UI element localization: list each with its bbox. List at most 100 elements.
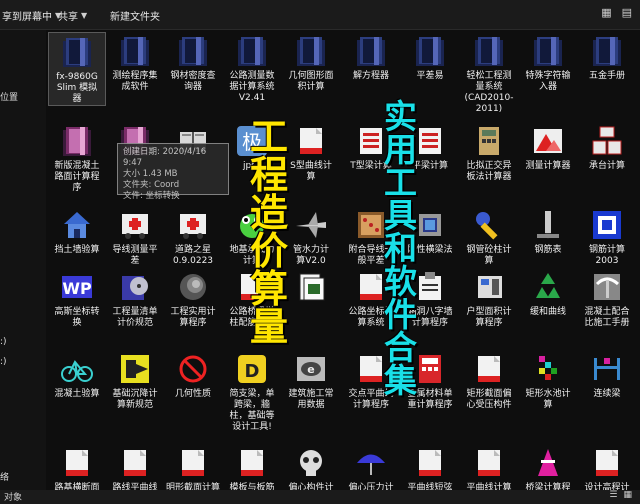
- file-label: 缓和曲线: [529, 307, 566, 317]
- layout-toggle-icon[interactable]: ▤: [622, 6, 632, 19]
- file-item[interactable]: 测绘程序集 成软件: [106, 32, 164, 93]
- file-item[interactable]: 测量计算器: [519, 122, 577, 172]
- file-item[interactable]: 平曲线计算: [460, 444, 518, 494]
- overlay-char: 集: [384, 361, 417, 400]
- white-doc-icon: [478, 450, 500, 476]
- file-item[interactable]: 钢筋表: [519, 206, 577, 256]
- drill-icon: [121, 355, 149, 383]
- details-view-icon[interactable]: ☰: [609, 490, 617, 500]
- file-item[interactable]: 承台计算: [578, 122, 636, 172]
- file-item[interactable]: 几何性质: [164, 350, 222, 400]
- file-label: 连续梁: [593, 389, 621, 399]
- file-item[interactable]: 基础沉降计 算新规范: [106, 350, 164, 411]
- file-item[interactable]: 钢材密度查 询器: [164, 32, 222, 93]
- file-item[interactable]: 钢筋计算 2003: [578, 206, 636, 267]
- file-item[interactable]: 管水力计 算V2.0: [282, 206, 340, 267]
- file-label: 比拟正交异 板法计算器: [466, 161, 512, 182]
- file-label: 挡土墙验算: [54, 245, 100, 255]
- file-item[interactable]: 缓和曲线: [519, 268, 577, 318]
- boxes-icon: [592, 126, 622, 155]
- file-item[interactable]: 几何图形面 积计算: [282, 32, 340, 93]
- chevron-down-icon: ▼: [81, 10, 88, 20]
- share-label: 共享: [58, 11, 78, 23]
- file-item[interactable]: S型曲线计 算: [282, 122, 340, 183]
- white-doc-icon: [182, 450, 204, 476]
- file-item[interactable]: 明形截面计算: [164, 444, 222, 494]
- file-item[interactable]: 连续梁: [578, 350, 636, 400]
- share-screen-label: 享到屏幕中: [2, 11, 52, 23]
- nav-item-drive-d[interactable]: :): [0, 337, 7, 347]
- folder-dark-icon: [475, 37, 503, 66]
- new-folder-label: 新建文件夹: [110, 11, 160, 23]
- folder-dark-icon: [416, 37, 444, 66]
- nav-item-drive-e[interactable]: :): [0, 357, 7, 367]
- folder-dark-icon: [238, 37, 266, 66]
- explorer-toolbar: 享到屏幕中 ▼ 共享 ▼ 新建文件夹 ▦ ▤: [0, 0, 640, 30]
- nav-item-network[interactable]: 络: [0, 470, 9, 483]
- file-item[interactable]: 钢管砼柱计 算: [460, 206, 518, 267]
- folder-dark-icon: [357, 37, 385, 66]
- ambulance-icon: [180, 214, 206, 239]
- file-item[interactable]: 道路之星 0.9.0223: [164, 206, 222, 267]
- file-label: 矩形水池计 算: [525, 389, 571, 410]
- file-item[interactable]: [282, 268, 340, 307]
- file-item[interactable]: 平曲线短弦: [401, 444, 459, 494]
- file-label: 导线测量平 差: [112, 245, 158, 266]
- file-item[interactable]: 五金手册: [578, 32, 636, 82]
- folder-dark-icon: [179, 37, 207, 66]
- share-screen-button[interactable]: 享到屏幕中 ▼: [2, 6, 61, 24]
- file-item[interactable]: 路线平曲线: [106, 444, 164, 494]
- folder-dark-icon: [63, 38, 91, 67]
- phone-icon: [478, 276, 502, 298]
- file-label: 管水力计 算V2.0: [292, 245, 329, 266]
- house-icon: [64, 212, 90, 238]
- file-item[interactable]: 公路测量数 据计算系统 V2.41: [223, 32, 281, 104]
- file-item[interactable]: e 建筑施工常 用数据: [282, 350, 340, 411]
- file-item[interactable]: 户型面积计 算程序: [460, 268, 518, 329]
- overlay-char: 具: [384, 196, 417, 235]
- abacus-icon: [358, 212, 384, 238]
- share-button[interactable]: 共享 ▼: [58, 6, 87, 24]
- new-folder-button[interactable]: 新建文件夹: [110, 6, 160, 24]
- file-grid: fx-9860G Slim 模拟 器测绘程序集 成软件 钢材密度查 询器 公路测量数…: [46, 30, 640, 504]
- file-item[interactable]: D 简支梁，单 跨梁，牆 柱，基础等 设计工具!: [223, 350, 281, 433]
- file-item[interactable]: WP 高斯坐标转 换: [48, 268, 106, 329]
- file-item[interactable]: 工程量清单 计价规范: [106, 268, 164, 329]
- file-item[interactable]: 挡土墙验算: [48, 206, 106, 256]
- icons-view-icon[interactable]: ▦: [623, 490, 632, 500]
- file-item[interactable]: 混凝土配合 比施工手册: [578, 268, 636, 329]
- file-item[interactable]: 特殊字符输 入器: [519, 32, 577, 93]
- red-doc-icon: [419, 128, 441, 154]
- file-item[interactable]: 新版混凝土 路面计算程 序: [48, 122, 106, 194]
- file-item[interactable]: 导线测量平 差: [106, 206, 164, 267]
- file-item[interactable]: 混凝土验算: [48, 350, 106, 400]
- file-item[interactable]: 工程实用计 算程序: [164, 268, 222, 329]
- file-item[interactable]: 矩形截面偏 心受压构件: [460, 350, 518, 411]
- file-label: 测量计算器: [525, 161, 571, 171]
- clip-doc-icon: [419, 272, 441, 300]
- white-doc-icon: [66, 450, 88, 476]
- folder-pink-icon: [63, 127, 91, 156]
- red-mountain-icon: [534, 129, 562, 153]
- file-label: 简支梁，单 跨梁，牆 柱，基础等 设计工具!: [229, 389, 275, 432]
- nav-item-location[interactable]: 位置: [0, 90, 18, 103]
- calculator-icon: [479, 127, 499, 155]
- tooltip-files: 文件: 坐标转换: [123, 191, 180, 201]
- file-item[interactable]: 模板与板筋: [223, 444, 281, 494]
- file-item[interactable]: fx-9860G Slim 模拟 器: [48, 32, 106, 106]
- overlay-char: 程: [250, 153, 289, 197]
- white-doc-icon: [300, 128, 322, 154]
- file-item[interactable]: 轻松工程测 量系统 (CAD2010- 2011): [460, 32, 518, 115]
- tooltip-size: 大小 1.43 MB: [123, 169, 178, 179]
- wp-icon: WP: [62, 276, 92, 298]
- blue-window-icon: [593, 211, 621, 239]
- file-item[interactable]: 矩形水池计 算: [519, 350, 577, 411]
- file-item[interactable]: 平差易: [401, 32, 459, 82]
- e-logo-icon: e: [297, 357, 325, 381]
- file-label: S型曲线计 算: [290, 161, 332, 182]
- file-label: 钢筋计算 2003: [588, 245, 625, 266]
- status-bar: 对象 ☰ ▦: [0, 490, 640, 504]
- file-item[interactable]: 比拟正交异 板法计算器: [460, 122, 518, 183]
- file-item[interactable]: 解方程器: [342, 32, 400, 82]
- view-toggle-icon[interactable]: ▦: [601, 6, 611, 19]
